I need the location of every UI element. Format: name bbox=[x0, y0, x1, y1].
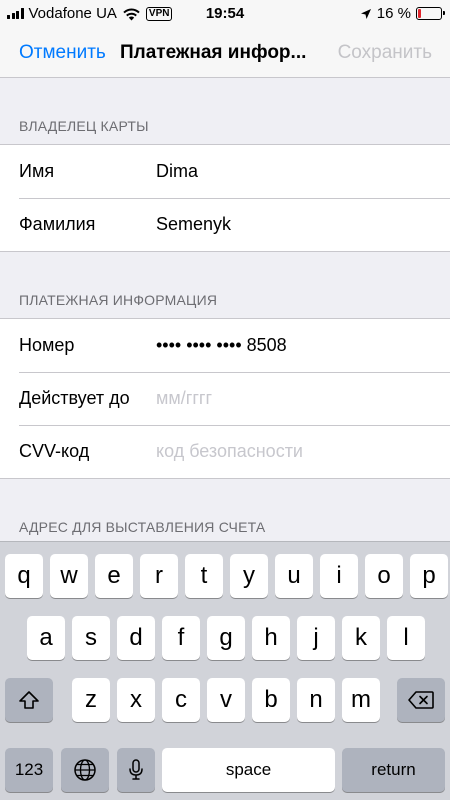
key-n[interactable]: n bbox=[297, 678, 335, 722]
section-header-card-owner: ВЛАДЕЛЕЦ КАРТЫ bbox=[19, 118, 149, 134]
cvv-row[interactable]: CVV-код код безопасности bbox=[0, 425, 450, 478]
key-c[interactable]: c bbox=[162, 678, 200, 722]
key-h[interactable]: h bbox=[252, 616, 290, 660]
card-number-row[interactable]: Номер •••• •••• •••• 8508 bbox=[0, 319, 450, 372]
first-name-row[interactable]: Имя Dima bbox=[0, 145, 450, 198]
last-name-label: Фамилия bbox=[19, 214, 96, 234]
section-header-payment-info: ПЛАТЕЖНАЯ ИНФОРМАЦИЯ bbox=[19, 292, 218, 308]
payment-info-group: Номер •••• •••• •••• 8508 Действует до м… bbox=[0, 318, 450, 479]
key-r[interactable]: r bbox=[140, 554, 178, 598]
backspace-key[interactable] bbox=[397, 678, 445, 722]
save-button[interactable]: Сохранить bbox=[338, 42, 432, 64]
battery-level bbox=[418, 9, 421, 18]
card-owner-group: Имя Dima Фамилия Semenyk bbox=[0, 144, 450, 252]
keyboard: q w e r t y u i o p a s d f g h j k l z … bbox=[0, 541, 450, 800]
location-arrow-icon bbox=[360, 8, 371, 19]
cancel-button[interactable]: Отменить bbox=[19, 42, 106, 64]
key-q[interactable]: q bbox=[5, 554, 43, 598]
expiry-field[interactable]: мм/гггг bbox=[156, 388, 212, 409]
key-l[interactable]: l bbox=[387, 616, 425, 660]
dictation-key[interactable] bbox=[117, 748, 155, 792]
key-g[interactable]: g bbox=[207, 616, 245, 660]
key-w[interactable]: w bbox=[50, 554, 88, 598]
cvv-label: CVV-код bbox=[19, 441, 90, 461]
first-name-field[interactable]: Dima bbox=[156, 161, 198, 182]
globe-icon bbox=[74, 759, 96, 781]
shift-icon bbox=[19, 691, 39, 709]
card-number-label: Номер bbox=[19, 335, 75, 355]
battery-percent: 16 % bbox=[376, 5, 411, 22]
key-x[interactable]: x bbox=[117, 678, 155, 722]
key-m[interactable]: m bbox=[342, 678, 380, 722]
key-k[interactable]: k bbox=[342, 616, 380, 660]
key-a[interactable]: a bbox=[27, 616, 65, 660]
key-z[interactable]: z bbox=[72, 678, 110, 722]
first-name-label: Имя bbox=[19, 161, 55, 181]
status-right: 16 % bbox=[360, 5, 445, 22]
last-name-row[interactable]: Фамилия Semenyk bbox=[0, 198, 450, 251]
cvv-field[interactable]: код безопасности bbox=[156, 441, 303, 462]
key-i[interactable]: i bbox=[320, 554, 358, 598]
key-f[interactable]: f bbox=[162, 616, 200, 660]
page-title: Платежная инфор... bbox=[120, 42, 307, 63]
key-e[interactable]: e bbox=[95, 554, 133, 598]
backspace-icon bbox=[408, 691, 434, 709]
last-name-field[interactable]: Semenyk bbox=[156, 214, 231, 235]
key-b[interactable]: b bbox=[252, 678, 290, 722]
key-v[interactable]: v bbox=[207, 678, 245, 722]
status-bar: Vodafone UA VPN 19:54 16 % bbox=[0, 0, 450, 28]
expiry-label: Действует до bbox=[19, 388, 130, 408]
key-u[interactable]: u bbox=[275, 554, 313, 598]
numbers-key[interactable]: 123 bbox=[5, 748, 53, 792]
key-t[interactable]: t bbox=[185, 554, 223, 598]
space-key[interactable]: space bbox=[162, 748, 335, 792]
card-number-field[interactable]: •••• •••• •••• 8508 bbox=[156, 335, 287, 356]
section-header-billing-address: АДРЕС ДЛЯ ВЫСТАВЛЕНИЯ СЧЕТА bbox=[19, 519, 266, 535]
return-key[interactable]: return bbox=[342, 748, 445, 792]
battery-icon bbox=[416, 7, 445, 20]
globe-key[interactable] bbox=[61, 748, 109, 792]
shift-key[interactable] bbox=[5, 678, 53, 722]
key-y[interactable]: y bbox=[230, 554, 268, 598]
navigation-bar: Отменить Платежная инфор... Сохранить bbox=[0, 28, 450, 78]
microphone-icon bbox=[129, 759, 143, 780]
key-d[interactable]: d bbox=[117, 616, 155, 660]
key-o[interactable]: o bbox=[365, 554, 403, 598]
expiry-row[interactable]: Действует до мм/гггг bbox=[0, 372, 450, 425]
key-j[interactable]: j bbox=[297, 616, 335, 660]
key-s[interactable]: s bbox=[72, 616, 110, 660]
key-p[interactable]: p bbox=[410, 554, 448, 598]
